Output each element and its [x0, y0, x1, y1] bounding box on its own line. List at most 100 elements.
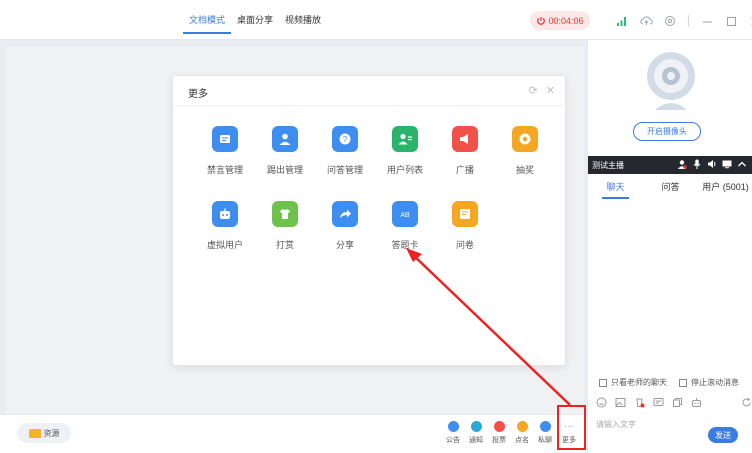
questionnaire-icon	[452, 201, 478, 227]
resource-button[interactable]: 资源	[17, 423, 71, 443]
qa-manage-icon: ?	[332, 126, 358, 152]
more-item[interactable]: ? 问答管理	[315, 126, 375, 176]
tab-document-mode[interactable]: 文档模式	[183, 0, 232, 40]
copy-icon[interactable]	[672, 397, 683, 408]
tool-label: 公告	[446, 437, 460, 444]
open-camera-button[interactable]: 开启摄像头	[633, 122, 701, 141]
more-item-label: 抽奖	[515, 165, 534, 175]
user-list-icon	[392, 126, 418, 152]
more-item-label: 禁言管理	[206, 165, 243, 175]
resource-label: 资源	[43, 428, 60, 438]
tab-users[interactable]: 用户 (5001)	[698, 177, 752, 199]
bottom-toolbar: 资源 公告 通知 投票 点名 私聊 ··· 更多	[0, 414, 587, 453]
tab-qa[interactable]: 问答	[643, 177, 698, 199]
vote-button[interactable]: 投票	[488, 420, 510, 445]
maximize-icon[interactable]	[724, 14, 738, 28]
more-item-label: 用户列表	[386, 165, 423, 175]
more-item[interactable]: 打赏	[255, 201, 315, 251]
announcement-button[interactable]: 公告	[442, 420, 464, 445]
chevron-up-icon[interactable]	[737, 159, 747, 169]
window-controls	[610, 12, 752, 30]
user-icon[interactable]	[677, 159, 687, 169]
top-bar: 文档模式 桌面分享 视频播放 00:04:06	[0, 0, 752, 40]
svg-text:?: ?	[343, 135, 348, 144]
upload-cloud-icon[interactable]	[639, 14, 653, 28]
tool-label: 通知	[469, 437, 483, 444]
folder-icon	[28, 428, 41, 438]
notice-button[interactable]: 通知	[465, 420, 487, 445]
more-panel-title: 更多	[188, 89, 208, 100]
emoji-icon[interactable]	[596, 397, 607, 408]
tool-label: 投票	[492, 437, 506, 444]
close-icon[interactable]	[748, 14, 752, 28]
minimize-icon[interactable]	[700, 14, 714, 28]
timer-value: 00:04:06	[548, 15, 584, 26]
answer-card-icon: AB	[392, 201, 418, 227]
more-item-label: 分享	[335, 240, 354, 250]
highlight-box	[557, 405, 586, 450]
more-item-label: 打赏	[275, 240, 294, 250]
live-timer[interactable]: 00:04:06	[530, 11, 590, 30]
tool-label: 私聊	[538, 437, 552, 444]
only-teacher-checkbox[interactable]: 只看老师的聊天	[599, 377, 667, 388]
tool-label: 点名	[515, 437, 529, 444]
chat-messages[interactable]	[588, 200, 752, 370]
close-icon[interactable]: ✕	[546, 84, 555, 97]
more-item-label: 问卷	[455, 240, 474, 250]
lottery-icon	[512, 126, 538, 152]
more-item[interactable]: AB 答题卡	[375, 201, 435, 251]
kick-user-icon	[272, 126, 298, 152]
host-name: 测试主播	[592, 161, 624, 170]
more-panel: 更多 ⟳ ✕ 禁言管理 踢出管理? 问答管理 用户列表 广播 抽奖 虚拟用户 打赏 分享 AB 答题…	[172, 75, 566, 366]
more-item-label: 答题卡	[391, 240, 419, 250]
tab-chat[interactable]: 聊天	[588, 177, 643, 199]
signal-icon[interactable]	[615, 14, 629, 28]
more-item[interactable]: 抽奖	[495, 126, 555, 176]
settings-gear-icon[interactable]	[663, 14, 677, 28]
tab-video-play[interactable]: 视频播放	[279, 0, 327, 40]
chat-tabs: 聊天 问答 用户 (5001)	[588, 177, 752, 199]
virtual-user-icon	[212, 201, 238, 227]
broadcast-icon	[452, 126, 478, 152]
vote-icon	[493, 420, 506, 433]
roll-call-button[interactable]: 点名	[511, 420, 533, 445]
webcam-icon	[647, 52, 695, 110]
screen-icon[interactable]	[722, 159, 732, 169]
more-panel-header: 更多 ⟳ ✕	[173, 76, 565, 106]
more-item-label: 问答管理	[326, 165, 363, 175]
mode-tabs: 文档模式 桌面分享 视频播放	[183, 0, 327, 40]
announcement-icon	[447, 420, 460, 433]
private-chat-button[interactable]: 私聊	[534, 420, 556, 445]
svg-text:AB: AB	[400, 212, 410, 219]
send-button[interactable]: 发送	[708, 427, 738, 443]
chat-options: 只看老师的聊天 停止滚动消息	[599, 377, 739, 388]
more-item[interactable]: 广播	[435, 126, 495, 176]
more-item[interactable]: 虚拟用户	[195, 201, 255, 251]
share-icon	[332, 201, 358, 227]
chat-tools	[596, 397, 751, 408]
robot-icon[interactable]	[691, 397, 702, 408]
more-item[interactable]: 分享	[315, 201, 375, 251]
image-icon[interactable]	[615, 397, 626, 408]
notice-icon	[470, 420, 483, 433]
more-item-label: 广播	[455, 165, 474, 175]
refresh-icon[interactable]	[741, 397, 752, 408]
host-bar: 测试主播	[588, 156, 752, 174]
speaker-icon[interactable]	[707, 159, 717, 169]
power-icon	[537, 16, 546, 25]
microphone-icon[interactable]	[692, 159, 702, 169]
divider	[688, 15, 689, 27]
more-item[interactable]: 踢出管理	[255, 126, 315, 176]
reward-icon	[272, 201, 298, 227]
more-item[interactable]: 禁言管理	[195, 126, 255, 176]
stop-scroll-checkbox[interactable]: 停止滚动消息	[679, 377, 739, 388]
tab-desktop-share[interactable]: 桌面分享	[231, 0, 279, 40]
refresh-icon[interactable]: ⟳	[529, 84, 538, 97]
more-item[interactable]: 问卷	[435, 201, 495, 251]
more-item-label: 踢出管理	[266, 165, 303, 175]
clear-chat-icon[interactable]	[634, 397, 645, 408]
mute-manage-icon	[212, 126, 238, 152]
more-item[interactable]: 用户列表	[375, 126, 435, 176]
more-item-label: 虚拟用户	[206, 240, 243, 250]
message-icon[interactable]	[653, 397, 664, 408]
